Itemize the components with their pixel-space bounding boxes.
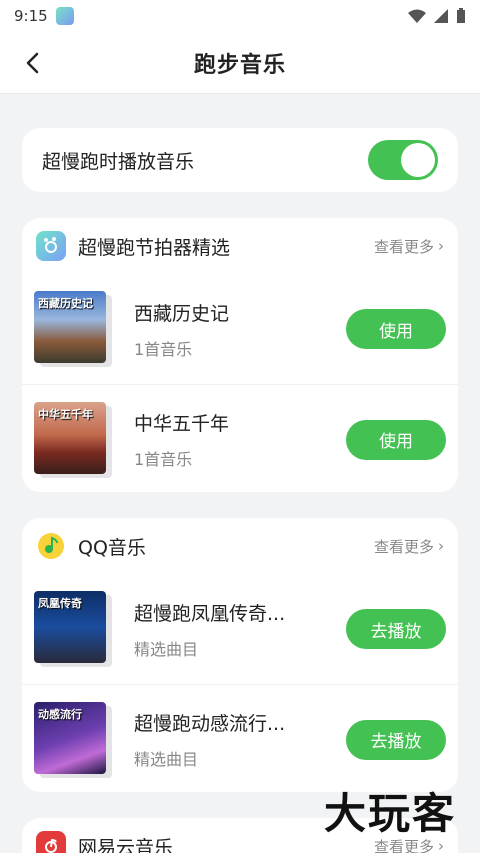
album-cover: 中华五千年 — [34, 401, 106, 474]
see-more-label: 查看更多 — [373, 537, 434, 556]
list-item[interactable]: 中华五千年 中华五千年 1首音乐 使用 — [22, 384, 458, 494]
item-title: 中华五千年 — [134, 413, 230, 435]
item-title: 超慢跑凤凰传奇... — [134, 602, 286, 625]
music-toggle-card: 超慢跑时播放音乐 — [22, 128, 458, 192]
section-title: 超慢跑节拍器精选 — [78, 236, 231, 259]
see-more-link[interactable]: 查看更多 › — [374, 236, 444, 257]
see-more-label: 查看更多 — [373, 237, 434, 256]
status-time: 9:15 — [14, 7, 48, 25]
qq-music-logo-icon — [36, 531, 66, 561]
play-button[interactable]: 去播放 — [346, 719, 446, 760]
list-item[interactable]: 动感流行 超慢跑动感流行... 精选曲目 去播放 — [22, 684, 458, 794]
switch-knob — [401, 143, 435, 177]
section-qq-music: QQ音乐 查看更多 › 凤凰传奇 超慢跑凤凰传奇... 精选曲目 去播放 动感流行… — [22, 518, 458, 792]
page-title: 跑步音乐 — [193, 52, 286, 78]
cover-title: 中华五千年 — [38, 407, 93, 421]
header-bar: 跑步音乐 — [0, 32, 480, 94]
cover-title: 动感流行 — [38, 707, 82, 721]
signal-icon — [434, 9, 448, 23]
battery-icon — [457, 8, 465, 23]
watermark-text: 大玩客 — [323, 789, 456, 838]
see-more-link[interactable]: 查看更多 › — [374, 536, 444, 557]
item-title: 西藏历史记 — [134, 302, 230, 325]
section-header: 超慢跑节拍器精选 查看更多 › — [22, 218, 458, 274]
list-item[interactable]: 凤凰传奇 超慢跑凤凰传奇... 精选曲目 去播放 — [22, 574, 458, 684]
status-bar: 9:15 — [0, 0, 480, 32]
metronome-logo-icon — [36, 231, 66, 261]
status-icons — [408, 8, 466, 24]
use-button[interactable]: 使用 — [346, 309, 446, 349]
item-subtitle: 1首音乐 — [134, 450, 193, 469]
section-title: QQ音乐 — [78, 536, 146, 559]
wifi-icon — [408, 9, 426, 23]
chevron-right-icon: › — [438, 537, 444, 555]
play-music-switch[interactable] — [368, 140, 438, 180]
item-title: 超慢跑动感流行... — [134, 713, 286, 735]
netease-music-logo-icon — [36, 831, 66, 853]
back-arrow-icon[interactable] — [18, 48, 48, 78]
item-subtitle: 精选曲目 — [134, 750, 199, 769]
cover-title: 凤凰传奇 — [38, 597, 82, 610]
section-metronome: 超慢跑节拍器精选 查看更多 › 西藏历史记 西藏历史记 1首音乐 使用 中华五千年… — [22, 218, 458, 492]
play-button[interactable]: 去播放 — [346, 609, 446, 649]
app-notification-icon — [55, 7, 74, 25]
album-cover: 西藏历史记 — [34, 291, 106, 363]
item-subtitle: 精选曲目 — [134, 639, 199, 659]
toggle-label: 超慢跑时播放音乐 — [42, 150, 195, 173]
chevron-right-icon: › — [438, 237, 444, 255]
section-header: QQ音乐 查看更多 › — [22, 518, 458, 574]
use-button[interactable]: 使用 — [346, 419, 446, 460]
item-subtitle: 1首音乐 — [134, 339, 193, 359]
section-title: 网易云音乐 — [78, 836, 174, 853]
album-cover: 动感流行 — [34, 701, 106, 774]
album-cover: 凤凰传奇 — [34, 591, 106, 663]
cover-title: 西藏历史记 — [38, 297, 93, 310]
list-item[interactable]: 西藏历史记 西藏历史记 1首音乐 使用 — [22, 274, 458, 384]
